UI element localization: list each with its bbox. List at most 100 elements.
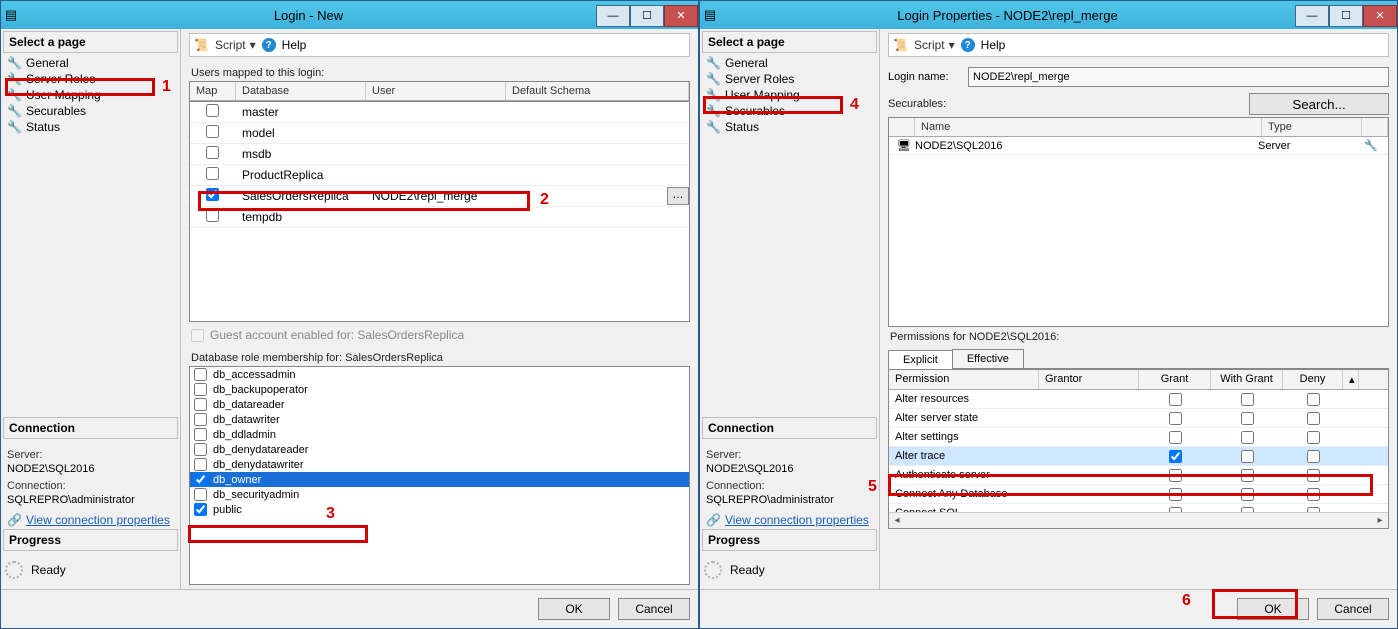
grant-checkbox[interactable] [1169,488,1182,501]
search-button[interactable]: Search... [1249,93,1389,115]
view-connection-link[interactable]: View connection properties [26,513,170,527]
scroll-up-icon[interactable]: ▴ [1343,370,1359,389]
minimize-button[interactable]: — [1295,5,1329,27]
deny-checkbox[interactable] [1307,412,1320,425]
role-item[interactable]: db_datareader [190,397,689,412]
map-checkbox[interactable] [206,188,219,201]
role-checkbox[interactable] [194,458,207,471]
deny-checkbox[interactable] [1307,450,1320,463]
permission-row[interactable]: Connect SQL [889,504,1388,512]
role-checkbox[interactable] [194,503,207,516]
help-button[interactable]: Help [981,38,1006,52]
role-item[interactable]: db_securityadmin [190,487,689,502]
page-securables[interactable]: 🔧Securables [702,103,877,119]
window-title: Login - New [21,8,596,23]
toolbar: 📜 Script ▾ ? Help [189,33,690,57]
ok-button[interactable]: OK [538,598,610,620]
page-user-mapping[interactable]: 🔧User Mapping [3,87,178,103]
map-checkbox[interactable] [206,167,219,180]
role-item[interactable]: db_backupoperator [190,382,689,397]
db-row[interactable]: master [190,102,689,123]
grant-checkbox[interactable] [1169,469,1182,482]
page-general[interactable]: 🔧General [702,55,877,71]
minimize-button[interactable]: — [596,5,630,27]
scroll-right-icon[interactable]: ▸ [1372,515,1388,526]
map-checkbox[interactable] [206,104,219,117]
page-general[interactable]: 🔧General [3,55,178,71]
withgrant-checkbox[interactable] [1241,450,1254,463]
ok-button[interactable]: OK [1237,598,1309,620]
withgrant-checkbox[interactable] [1241,469,1254,482]
role-checkbox[interactable] [194,383,207,396]
schema-browse-button[interactable]: … [667,187,689,205]
page-status[interactable]: 🔧Status [702,119,877,135]
permission-row[interactable]: Alter resources [889,390,1388,409]
grant-checkbox[interactable] [1169,393,1182,406]
cancel-button[interactable]: Cancel [618,598,690,620]
page-status[interactable]: 🔧Status [3,119,178,135]
role-item[interactable]: db_ddladmin [190,427,689,442]
role-item[interactable]: db_denydatareader [190,442,689,457]
db-row[interactable]: tempdb [190,207,689,228]
tab-effective[interactable]: Effective [952,349,1024,368]
securable-row[interactable]: 🖥 NODE2\SQL2016 Server 🔧 [889,137,1388,155]
page-server-roles[interactable]: 🔧Server Roles [3,71,178,87]
role-checkbox[interactable] [194,413,207,426]
db-row[interactable]: SalesOrdersReplica NODE2\repl_merge … [190,186,689,207]
page-user-mapping[interactable]: 🔧User Mapping [702,87,877,103]
connection-properties-icon: 🔗 [706,513,721,527]
help-button[interactable]: Help [282,38,307,52]
db-row[interactable]: model [190,123,689,144]
close-button[interactable]: ✕ [664,5,698,27]
cancel-button[interactable]: Cancel [1317,598,1389,620]
permission-row[interactable]: Alter server state [889,409,1388,428]
map-checkbox[interactable] [206,146,219,159]
db-row[interactable]: ProductReplica [190,165,689,186]
role-checkbox[interactable] [194,398,207,411]
deny-checkbox[interactable] [1307,393,1320,406]
deny-checkbox[interactable] [1307,431,1320,444]
scroll-left-icon[interactable]: ◂ [889,515,905,526]
permission-row[interactable]: Connect Any Database [889,485,1388,504]
tab-explicit[interactable]: Explicit [888,350,953,369]
role-checkbox[interactable] [194,473,207,486]
deny-checkbox[interactable] [1307,469,1320,482]
script-button[interactable]: Script ▾ [914,38,955,52]
login-name-label: Login name: [888,71,958,83]
role-list[interactable]: db_accessadmindb_backupoperatordb_datare… [189,366,690,585]
maximize-button[interactable]: ☐ [630,5,664,27]
withgrant-checkbox[interactable] [1241,488,1254,501]
withgrant-checkbox[interactable] [1241,412,1254,425]
properties-icon[interactable]: 🔧 [1358,139,1384,152]
grant-checkbox[interactable] [1169,412,1182,425]
permission-row[interactable]: Alter settings [889,428,1388,447]
map-checkbox[interactable] [206,209,219,222]
page-securables[interactable]: 🔧Securables [3,103,178,119]
permission-row[interactable]: Alter trace [889,447,1388,466]
role-item[interactable]: db_datawriter [190,412,689,427]
role-checkbox[interactable] [194,428,207,441]
role-checkbox[interactable] [194,488,207,501]
role-item[interactable]: db_accessadmin [190,367,689,382]
withgrant-checkbox[interactable] [1241,393,1254,406]
view-connection-link[interactable]: View connection properties [725,513,869,527]
grant-checkbox[interactable] [1169,450,1182,463]
permission-row[interactable]: Authenticate server [889,466,1388,485]
db-grid-body[interactable]: master model msdb ProductReplica SalesOr… [189,102,690,322]
role-item[interactable]: db_denydatawriter [190,457,689,472]
maximize-button[interactable]: ☐ [1329,5,1363,27]
role-item[interactable]: public [190,502,689,517]
grant-checkbox[interactable] [1169,431,1182,444]
role-item[interactable]: db_owner [190,472,689,487]
script-button[interactable]: Script ▾ [215,38,256,52]
role-checkbox[interactable] [194,443,207,456]
securables-grid[interactable]: Name Type 🖥 NODE2\SQL2016 Server 🔧 [888,117,1389,327]
permissions-grid[interactable]: Permission Grantor Grant With Grant Deny… [888,369,1389,529]
role-checkbox[interactable] [194,368,207,381]
map-checkbox[interactable] [206,125,219,138]
withgrant-checkbox[interactable] [1241,431,1254,444]
deny-checkbox[interactable] [1307,488,1320,501]
db-row[interactable]: msdb [190,144,689,165]
close-button[interactable]: ✕ [1363,5,1397,27]
page-server-roles[interactable]: 🔧Server Roles [702,71,877,87]
